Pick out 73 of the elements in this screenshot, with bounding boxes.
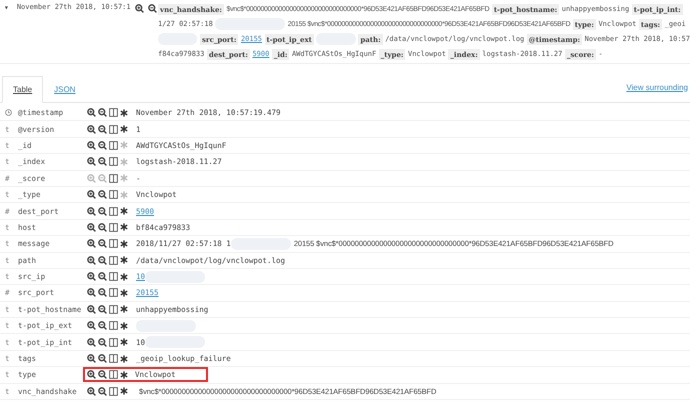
zoom-out-icon[interactable] bbox=[98, 256, 107, 265]
zoom-in-icon[interactable] bbox=[87, 370, 96, 380]
zoom-in-icon[interactable] bbox=[87, 108, 96, 118]
zoom-in-icon[interactable] bbox=[87, 288, 96, 298]
zoom-in-icon[interactable] bbox=[87, 256, 96, 265]
column-toggle-icon[interactable] bbox=[109, 370, 118, 380]
expand-caret[interactable]: ▾ bbox=[4, 3, 9, 12]
zoom-in-icon[interactable] bbox=[87, 321, 96, 330]
column-toggle-icon[interactable] bbox=[109, 108, 118, 118]
clock-icon bbox=[5, 109, 12, 116]
zoom-out-icon[interactable] bbox=[98, 304, 107, 314]
asterisk-icon[interactable] bbox=[120, 256, 128, 264]
zoom-in-icon[interactable] bbox=[87, 190, 96, 200]
zoom-out-icon[interactable] bbox=[98, 288, 107, 298]
column-toggle-icon[interactable] bbox=[109, 222, 118, 232]
column-toggle-icon[interactable] bbox=[109, 386, 118, 396]
zoom-in-icon[interactable] bbox=[87, 239, 96, 248]
zoom-out-icon[interactable] bbox=[98, 354, 107, 364]
column-toggle-icon[interactable] bbox=[109, 124, 118, 134]
asterisk-icon[interactable] bbox=[120, 207, 128, 216]
asterisk-icon[interactable] bbox=[120, 223, 128, 232]
column-toggle-icon[interactable] bbox=[109, 190, 118, 200]
zoom-out-icon[interactable] bbox=[98, 124, 107, 134]
asterisk-icon[interactable] bbox=[120, 322, 128, 330]
column-toggle-icon[interactable] bbox=[109, 321, 118, 330]
zoom-in-icon[interactable] bbox=[87, 140, 96, 150]
zoom-out-icon[interactable] bbox=[98, 370, 107, 380]
zoom-in-icon[interactable] bbox=[87, 272, 96, 282]
zoom-in-icon[interactable] bbox=[87, 304, 96, 314]
zoom-out-icon[interactable] bbox=[98, 272, 107, 282]
zoom-in-icon[interactable] bbox=[87, 124, 96, 134]
view-surrounding-link[interactable]: View surrounding bbox=[626, 82, 690, 92]
zoom-in-icon[interactable] bbox=[87, 157, 96, 166]
zoom-out-icon[interactable] bbox=[98, 386, 107, 396]
column-toggle-icon[interactable] bbox=[109, 256, 118, 265]
zoom-out-icon[interactable] bbox=[98, 338, 107, 347]
asterisk-icon[interactable] bbox=[120, 108, 128, 117]
zoom-in-icon[interactable] bbox=[87, 386, 96, 396]
asterisk-icon[interactable] bbox=[120, 305, 128, 314]
tab[interactable]: JSON bbox=[43, 76, 86, 103]
asterisk-icon[interactable] bbox=[120, 354, 128, 363]
zoom-in-icon[interactable] bbox=[87, 206, 96, 216]
zoom-out-icon[interactable] bbox=[98, 157, 107, 166]
column-toggle-icon[interactable] bbox=[109, 239, 118, 248]
column-toggle-icon[interactable] bbox=[109, 338, 118, 347]
zoom-out-icon[interactable] bbox=[148, 4, 157, 13]
column-toggle-icon[interactable] bbox=[109, 157, 118, 166]
asterisk-icon[interactable] bbox=[120, 125, 128, 134]
zoom-out-icon[interactable] bbox=[98, 321, 107, 330]
zoom-out-icon[interactable] bbox=[98, 190, 107, 200]
column-toggle-icon[interactable] bbox=[109, 174, 118, 183]
tab[interactable]: Table bbox=[2, 76, 44, 103]
column-toggle-icon[interactable] bbox=[109, 140, 118, 150]
asterisk-icon[interactable] bbox=[120, 370, 128, 379]
column-toggle-icon[interactable] bbox=[109, 304, 118, 314]
zoom-in-icon[interactable] bbox=[87, 338, 96, 347]
asterisk-icon[interactable] bbox=[120, 272, 128, 281]
zoom-out-icon[interactable] bbox=[98, 222, 107, 232]
asterisk-icon[interactable] bbox=[120, 288, 128, 297]
zoom-out-icon[interactable] bbox=[98, 140, 107, 150]
zoom-in-icon[interactable] bbox=[87, 222, 96, 232]
column-toggle-icon[interactable] bbox=[109, 206, 118, 216]
column-toggle-icon[interactable] bbox=[109, 288, 118, 298]
zoom-out-icon[interactable] bbox=[98, 239, 107, 248]
asterisk-icon[interactable] bbox=[120, 387, 128, 396]
zoom-out-icon[interactable] bbox=[98, 206, 107, 216]
column-toggle-icon[interactable] bbox=[109, 354, 118, 364]
zoom-in-icon[interactable] bbox=[87, 354, 96, 364]
asterisk-icon[interactable] bbox=[120, 338, 128, 346]
asterisk-icon[interactable] bbox=[120, 240, 128, 248]
zoom-in-icon[interactable] bbox=[134, 4, 144, 13]
zoom-out-icon[interactable] bbox=[98, 108, 107, 118]
column-toggle-icon[interactable] bbox=[109, 272, 118, 282]
